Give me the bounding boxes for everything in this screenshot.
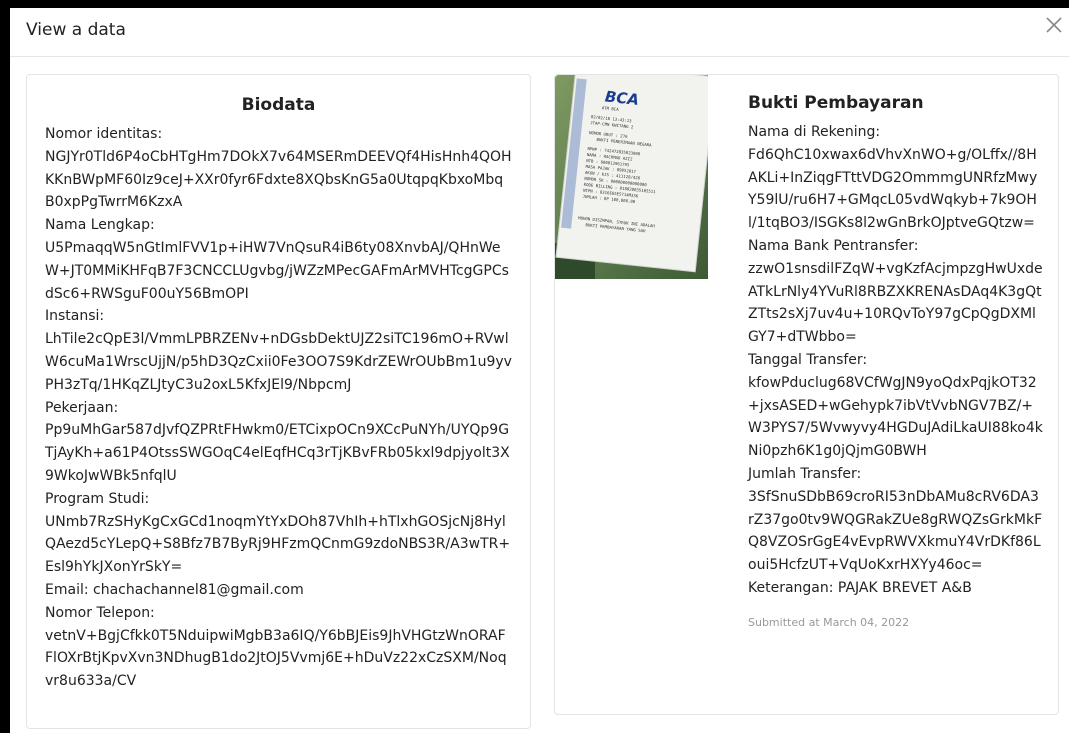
jumlah-transfer-value: 3SfSnuSDbB69croRI53nDbAMu8cRV6DA3rZ37go0…	[748, 488, 1043, 574]
bukti-title: Bukti Pembayaran	[748, 93, 924, 113]
biodata-card: Biodata Nomor identitas: NGJYr0Tld6P4oCb…	[26, 74, 531, 729]
bukti-content: Bukti Pembayaran Nama di Rekening: Fd6Qh…	[748, 93, 1043, 629]
pekerjaan-value: Pp9uMhGar587dJvfQZPRtFHwkm0/ETCixpOCn9XC…	[45, 422, 510, 484]
nama-lengkap-value: U5PmaqqW5nGtImlFVV1p+iHW7VnQsuR4iB6ty08X…	[45, 239, 509, 302]
biodata-body: Nomor identitas: NGJYr0Tld6P4oCbHTgHm7DO…	[27, 123, 530, 693]
tanggal-transfer-label: Tanggal Transfer:	[748, 351, 868, 368]
email-line: Email: chachachannel81@gmail.com	[45, 581, 304, 598]
program-studi-label: Program Studi:	[45, 490, 150, 507]
close-icon[interactable]	[1041, 12, 1067, 38]
nama-bank-value: zzwO1snsdilFZqW+vgKzfAcjmpzgHwUxdeATkLrN…	[748, 260, 1043, 346]
bukti-body: Nama di Rekening: Fd6QhC10xwax6dVhvXnWO+…	[748, 121, 1043, 600]
nomor-identitas-value: NGJYr0Tld6P4oCbHTgHm7DOkX7v64MSERmDEEVQf…	[45, 148, 512, 211]
bukti-pembayaran-card: BCA ATM BCA 02/02/18 13:43:13 JTAP-CMN K…	[554, 74, 1059, 715]
view-data-modal: View a data Biodata Nomor identitas: NGJ…	[10, 8, 1069, 733]
nama-rekening-label: Nama di Rekening:	[748, 124, 881, 140]
biodata-title: Biodata	[241, 95, 316, 115]
instansi-label: Instansi:	[45, 308, 105, 325]
nama-bank-label: Nama Bank Pentransfer:	[748, 237, 919, 254]
nomor-telepon-label: Nomor Telepon:	[45, 604, 155, 621]
nama-lengkap-label: Nama Lengkap:	[45, 217, 155, 234]
program-studi-value: UNmb7RzSHyKgCxGCd1noqmYtYxDOh87VhIh+hTlx…	[45, 513, 511, 576]
keterangan-line: Keterangan: PAJAK BREVET A&B	[748, 579, 972, 596]
jumlah-transfer-label: Jumlah Transfer:	[748, 465, 862, 482]
modal-title: View a data	[26, 20, 126, 40]
nomor-identitas-label: Nomor identitas:	[45, 126, 163, 142]
nomor-telepon-value: vetnV+BgjCfkk0T5NduipwiMgbB3a6IQ/Y6bBJEi…	[45, 627, 507, 690]
pekerjaan-label: Pekerjaan:	[45, 399, 119, 416]
tanggal-transfer-value: kfowPduclug68VCfWgJN9yoQdxPqjkOT32+jxsAS…	[748, 374, 1043, 460]
modal-header: View a data	[10, 8, 1069, 57]
instansi-value: LhTile2cQpE3l/VmmLPBRZENv+nDGsbDektUJZ2s…	[45, 331, 512, 393]
submitted-date: Submitted at March 04, 2022	[748, 615, 910, 629]
nama-rekening-value: Fd6QhC10xwax6dVhvXnWO+g/OLffx//8HAKLi+In…	[748, 146, 1038, 232]
receipt-photo[interactable]: BCA ATM BCA 02/02/18 13:43:13 JTAP-CMN K…	[555, 75, 708, 279]
